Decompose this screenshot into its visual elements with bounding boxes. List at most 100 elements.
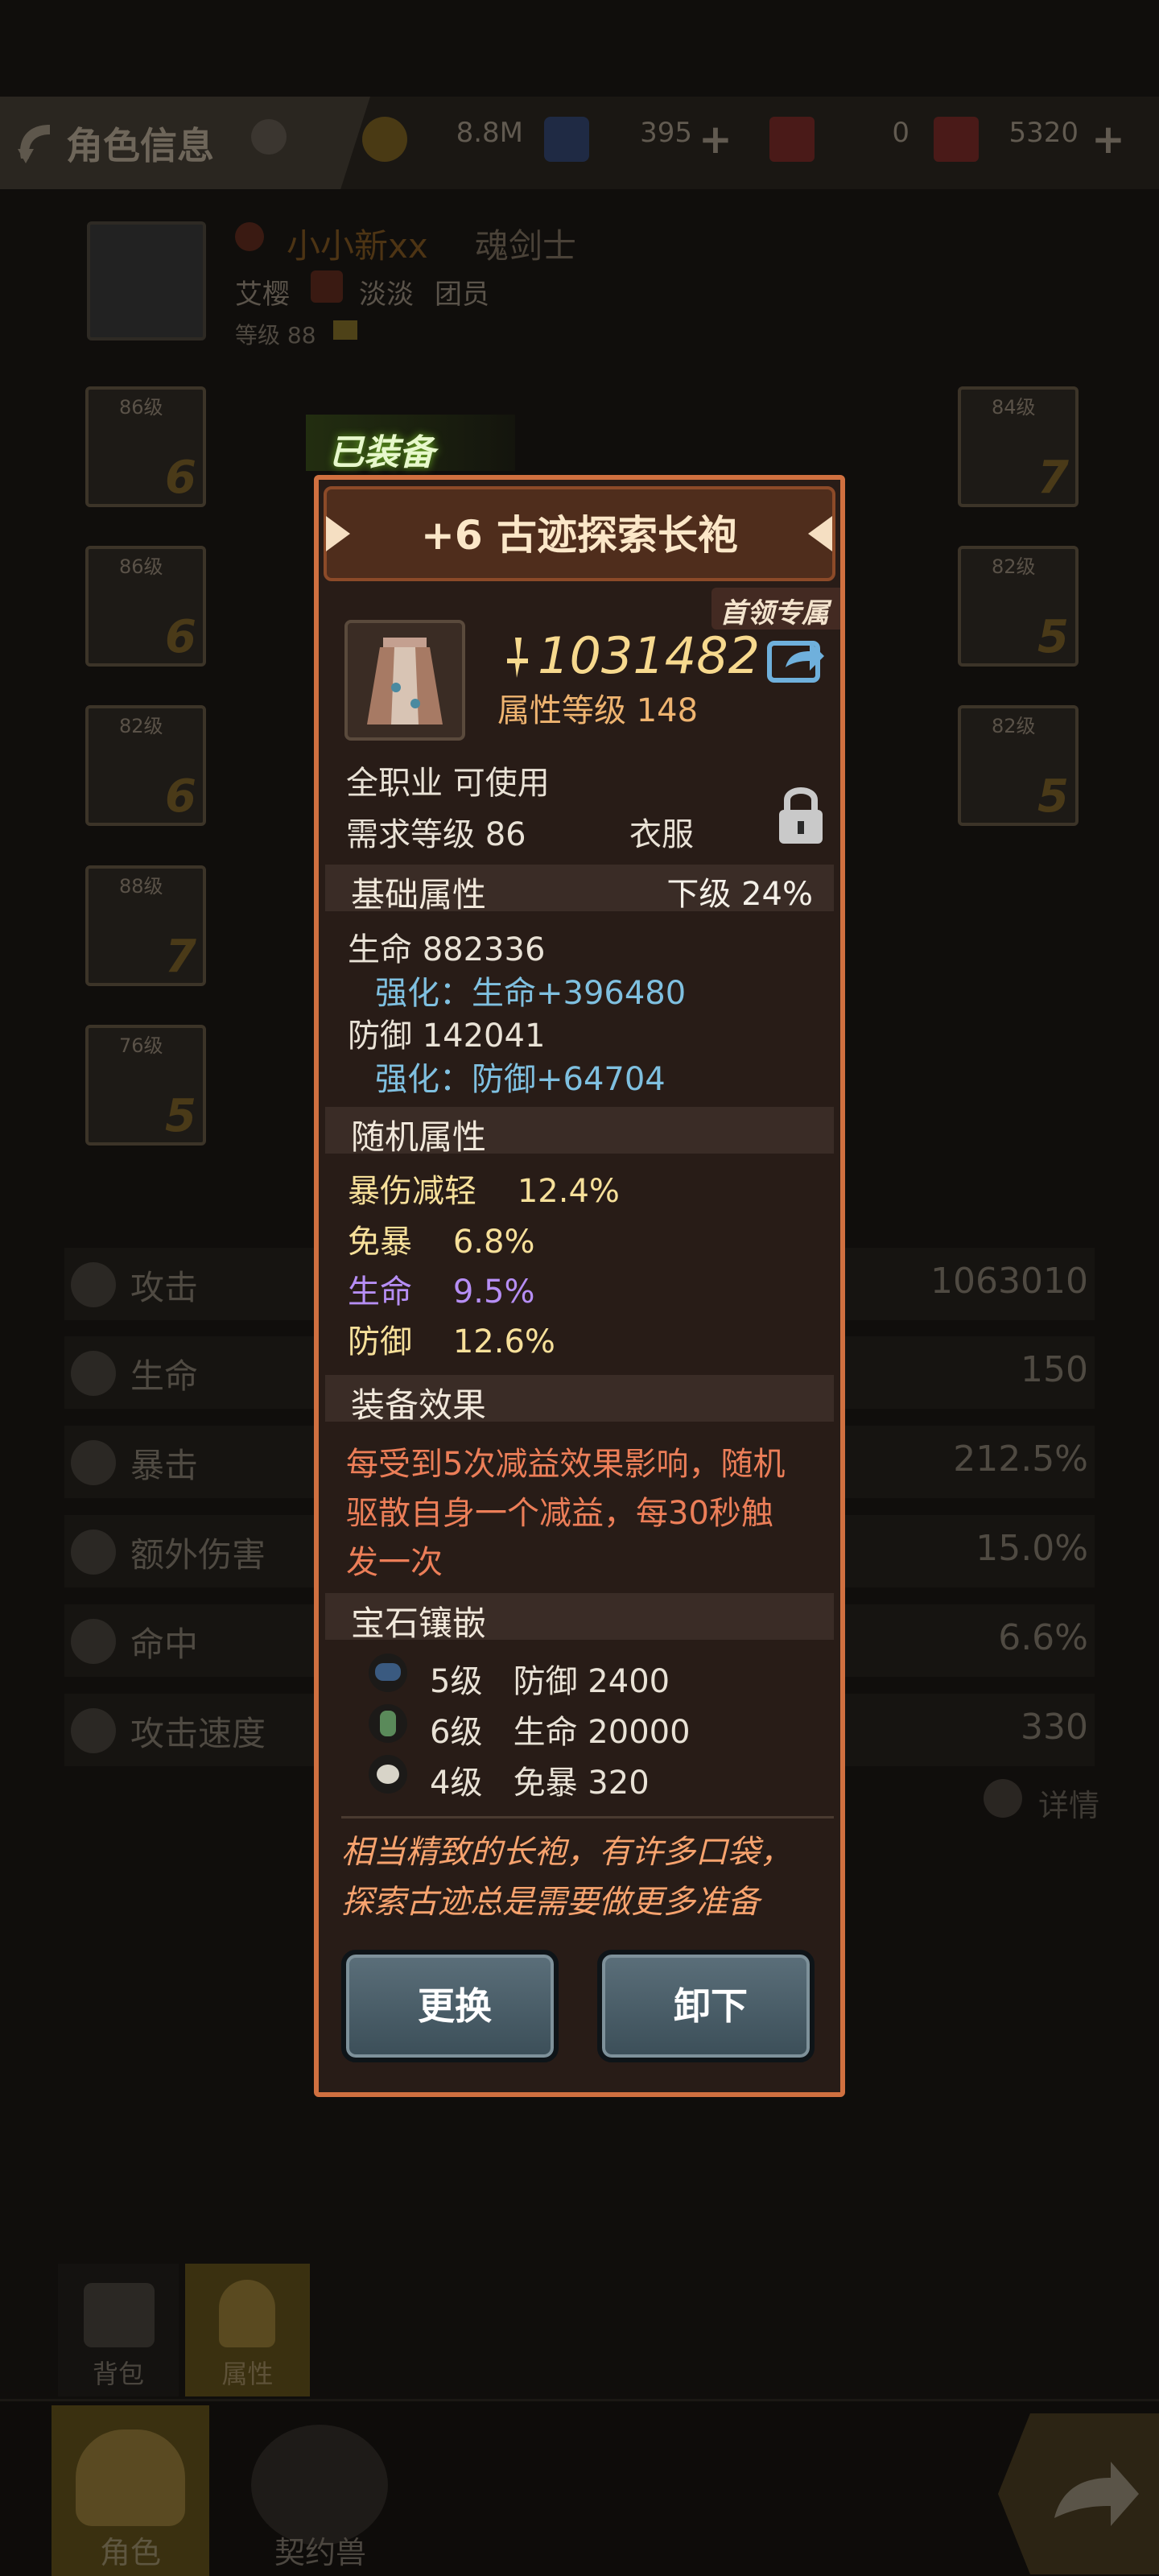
nav-character[interactable]: 角色 xyxy=(52,2405,209,2576)
lock-icon[interactable] xyxy=(774,781,827,848)
equip-slot-ring[interactable]: 82级 5 xyxy=(958,546,1079,667)
guild-name: 淡淡 xyxy=(359,279,414,311)
equip-slot-belt[interactable]: 88级 7 xyxy=(85,865,206,986)
page-title: 角色信息 xyxy=(66,124,214,167)
nav-pet[interactable]: 契约兽 xyxy=(241,2405,399,2576)
base-attr-grade: 下级 24% xyxy=(666,876,813,913)
gem-1: 5级 防御 2400 xyxy=(430,1663,670,1700)
equip-slot-boots[interactable]: 76级 5 xyxy=(85,1025,206,1146)
base-attr-title: 基础属性 xyxy=(351,875,487,914)
slot-type: 衣服 xyxy=(629,816,694,853)
guild-icon xyxy=(311,270,343,303)
share-icon[interactable] xyxy=(766,632,826,683)
effect-title: 装备效果 xyxy=(351,1385,487,1425)
stat-value: 212.5% xyxy=(953,1439,1088,1480)
ticket-a-amount: 0 xyxy=(892,117,909,149)
player-class: 魂剑士 xyxy=(475,226,577,266)
flavor-line-1: 相当精致的长袍，有许多口袋， xyxy=(341,1834,792,1871)
add-gems-button[interactable]: + xyxy=(699,117,732,162)
effect-line-2: 驱散自身一个减益，每30秒触 xyxy=(346,1495,773,1532)
sword-icon xyxy=(71,1262,116,1307)
go-button[interactable] xyxy=(998,2413,1159,2574)
attribute-level: 属性等级 148 xyxy=(497,692,699,729)
random-attr-1: 暴伤减轻 12.4% xyxy=(348,1173,620,1210)
stat-value: 1063010 xyxy=(930,1261,1088,1302)
rank-emblem-icon xyxy=(235,222,264,251)
stat-label: 攻击速度 xyxy=(130,1714,266,1753)
screen: { "header": { "title": "角色信息", "gold": "… xyxy=(0,0,1159,2576)
combat-power: 1031482 xyxy=(538,626,761,685)
flavor-line-2: 探索古迹总是需要做更多准备 xyxy=(341,1884,760,1921)
random-attr-3: 生命 9.5% xyxy=(348,1274,535,1311)
tab-attributes-label: 属性 xyxy=(221,2359,274,2389)
stat-value: 150 xyxy=(1021,1349,1088,1390)
details-info-icon[interactable] xyxy=(984,1779,1022,1818)
stat-label: 额外伤害 xyxy=(130,1535,266,1575)
ticket-book-icon xyxy=(934,117,979,162)
equip-slot-necklace[interactable]: 82级 5 xyxy=(958,705,1079,826)
tab-attributes[interactable]: 属性 xyxy=(185,2264,310,2396)
divider xyxy=(341,1816,834,1818)
bag-icon xyxy=(84,2283,155,2347)
unequip-button-label: 卸下 xyxy=(674,1984,748,2028)
add-ticket-button[interactable]: + xyxy=(1091,117,1125,162)
crit-icon xyxy=(71,1440,116,1485)
extra-damage-icon xyxy=(71,1530,116,1575)
replace-button[interactable]: 更换 xyxy=(341,1950,559,2062)
equip-slot-weapon[interactable]: 86级 6 xyxy=(85,386,206,507)
stat-value: 15.0% xyxy=(975,1528,1088,1569)
gem-socket-1-icon xyxy=(369,1653,407,1692)
ticket-b-amount: 5320 xyxy=(1008,117,1079,149)
exclusive-tag: 首领专属 xyxy=(720,597,829,630)
stat-label: 命中 xyxy=(130,1624,199,1664)
gold-coin-icon xyxy=(362,117,407,162)
gem-amount: 395 xyxy=(640,117,692,149)
nav-character-label: 角色 xyxy=(99,2535,161,2570)
effect-line-3: 发一次 xyxy=(346,1544,443,1581)
gem-socket-3-icon xyxy=(369,1755,407,1794)
ticket-red-icon xyxy=(769,117,815,162)
equipped-badge: 已装备 xyxy=(328,432,435,473)
helmet-icon xyxy=(76,2429,185,2526)
unequip-button[interactable]: 卸下 xyxy=(597,1950,815,2062)
random-attr-title: 随机属性 xyxy=(351,1117,487,1157)
gem-socket-2-icon xyxy=(369,1704,407,1743)
back-arrow-icon[interactable] xyxy=(10,117,61,168)
gem-3: 4级 免暴 320 xyxy=(430,1765,650,1802)
nav-pet-label: 契约兽 xyxy=(274,2535,366,2570)
replace-button-label: 更换 xyxy=(418,1984,492,2028)
effect-line-1: 每受到5次减益效果影响，随机 xyxy=(346,1446,786,1483)
heart-icon xyxy=(71,1351,116,1396)
avatar[interactable] xyxy=(87,221,206,341)
server-name: 艾樱 xyxy=(235,279,290,311)
stat-value: 330 xyxy=(1021,1707,1088,1748)
stat-label: 攻击 xyxy=(130,1268,199,1307)
person-icon xyxy=(219,2280,275,2347)
equip-slot-robe[interactable]: 86级 6 xyxy=(85,546,206,667)
tab-bag-label: 背包 xyxy=(92,2359,144,2389)
gem-title: 宝石镶嵌 xyxy=(351,1604,487,1643)
required-level: 需求等级 86 xyxy=(346,816,526,853)
usable-classes: 全职业 可使用 xyxy=(346,765,550,802)
base-hp-enhance: 强化：生命+396480 xyxy=(375,975,687,1012)
equip-slot-bracelet[interactable]: 84级 7 xyxy=(958,386,1079,507)
player-level: 等级 88 xyxy=(235,322,316,349)
base-def-enhance: 强化：防御+64704 xyxy=(375,1061,666,1098)
tab-bag[interactable]: 背包 xyxy=(58,2264,179,2396)
base-hp: 生命 882336 xyxy=(348,931,546,968)
random-attr-2: 免暴 6.8% xyxy=(348,1224,535,1261)
stat-label: 生命 xyxy=(130,1356,199,1396)
item-name: +6 古迹探索长袍 xyxy=(420,512,739,559)
gem-2: 6级 生命 20000 xyxy=(430,1714,691,1751)
details-link[interactable]: 详情 xyxy=(1038,1781,1099,1825)
info-icon[interactable] xyxy=(251,119,287,155)
stat-value: 6.6% xyxy=(998,1617,1088,1658)
robe-icon xyxy=(367,638,443,724)
level-bar xyxy=(333,320,357,340)
item-portrait xyxy=(344,620,465,741)
base-def: 防御 142041 xyxy=(348,1018,546,1055)
equip-slot-shoulder[interactable]: 82级 6 xyxy=(85,705,206,826)
player-name: 小小新xx xyxy=(287,226,428,266)
crystal-icon xyxy=(544,117,589,162)
speed-icon xyxy=(71,1708,116,1753)
